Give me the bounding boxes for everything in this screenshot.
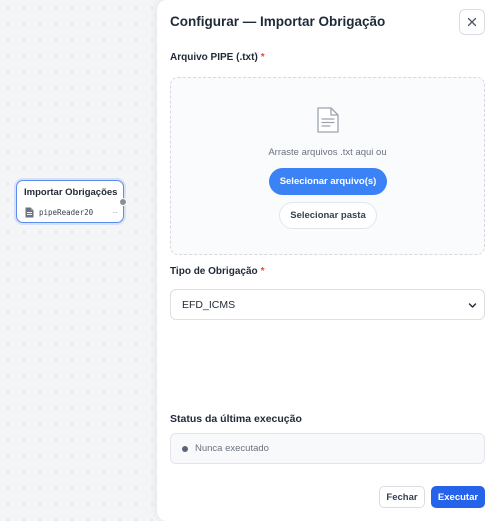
- flow-node-importar-obrigacoes[interactable]: Importar Obrigações pipeReader20 ···: [16, 180, 127, 223]
- node-title: Importar Obrigações: [24, 187, 118, 198]
- more-icon[interactable]: ···: [112, 208, 118, 217]
- close-button[interactable]: [459, 9, 485, 35]
- select-folder-button[interactable]: Selecionar pasta: [279, 202, 377, 229]
- required-mark: *: [260, 266, 265, 277]
- dropzone-text: Arraste arquivos .txt aqui ou: [268, 147, 387, 158]
- status-text: Nunca executado: [195, 443, 269, 454]
- status-box: Nunca executado: [170, 433, 485, 464]
- select-files-button[interactable]: Selecionar arquivo(s): [269, 168, 387, 195]
- status-dot-icon: [182, 445, 188, 452]
- flow-canvas[interactable]: Importar Obrigações pipeReader20 ···: [0, 0, 170, 521]
- select-value: EFD_ICMS: [182, 298, 236, 311]
- run-button[interactable]: Executar: [431, 486, 485, 508]
- type-field-label: Tipo de Obrigação *: [170, 266, 265, 277]
- panel-title: Configurar — Importar Obrigação: [170, 14, 386, 29]
- obligation-type-select[interactable]: EFD_ICMS: [170, 289, 485, 320]
- node-output-handle[interactable]: [119, 198, 127, 206]
- file-icon: [25, 207, 34, 217]
- file-dropzone[interactable]: Arraste arquivos .txt aqui ou Selecionar…: [170, 77, 485, 255]
- document-icon: [317, 107, 339, 133]
- close-panel-button[interactable]: Fechar: [379, 486, 425, 508]
- status-label: Status da última execução: [170, 413, 302, 425]
- type-field-label-text: Tipo de Obrigação: [170, 266, 258, 277]
- close-icon: [467, 17, 477, 27]
- node-body: pipeReader20 ···: [25, 205, 118, 219]
- file-field-label-text: Arquivo PIPE (.txt): [170, 52, 258, 63]
- node-subtitle: pipeReader20: [39, 207, 94, 217]
- chevron-down-icon: [468, 303, 477, 308]
- config-panel: Configurar — Importar Obrigação Arquivo …: [157, 0, 497, 521]
- required-mark: *: [260, 52, 265, 63]
- file-field-label: Arquivo PIPE (.txt) *: [170, 52, 265, 63]
